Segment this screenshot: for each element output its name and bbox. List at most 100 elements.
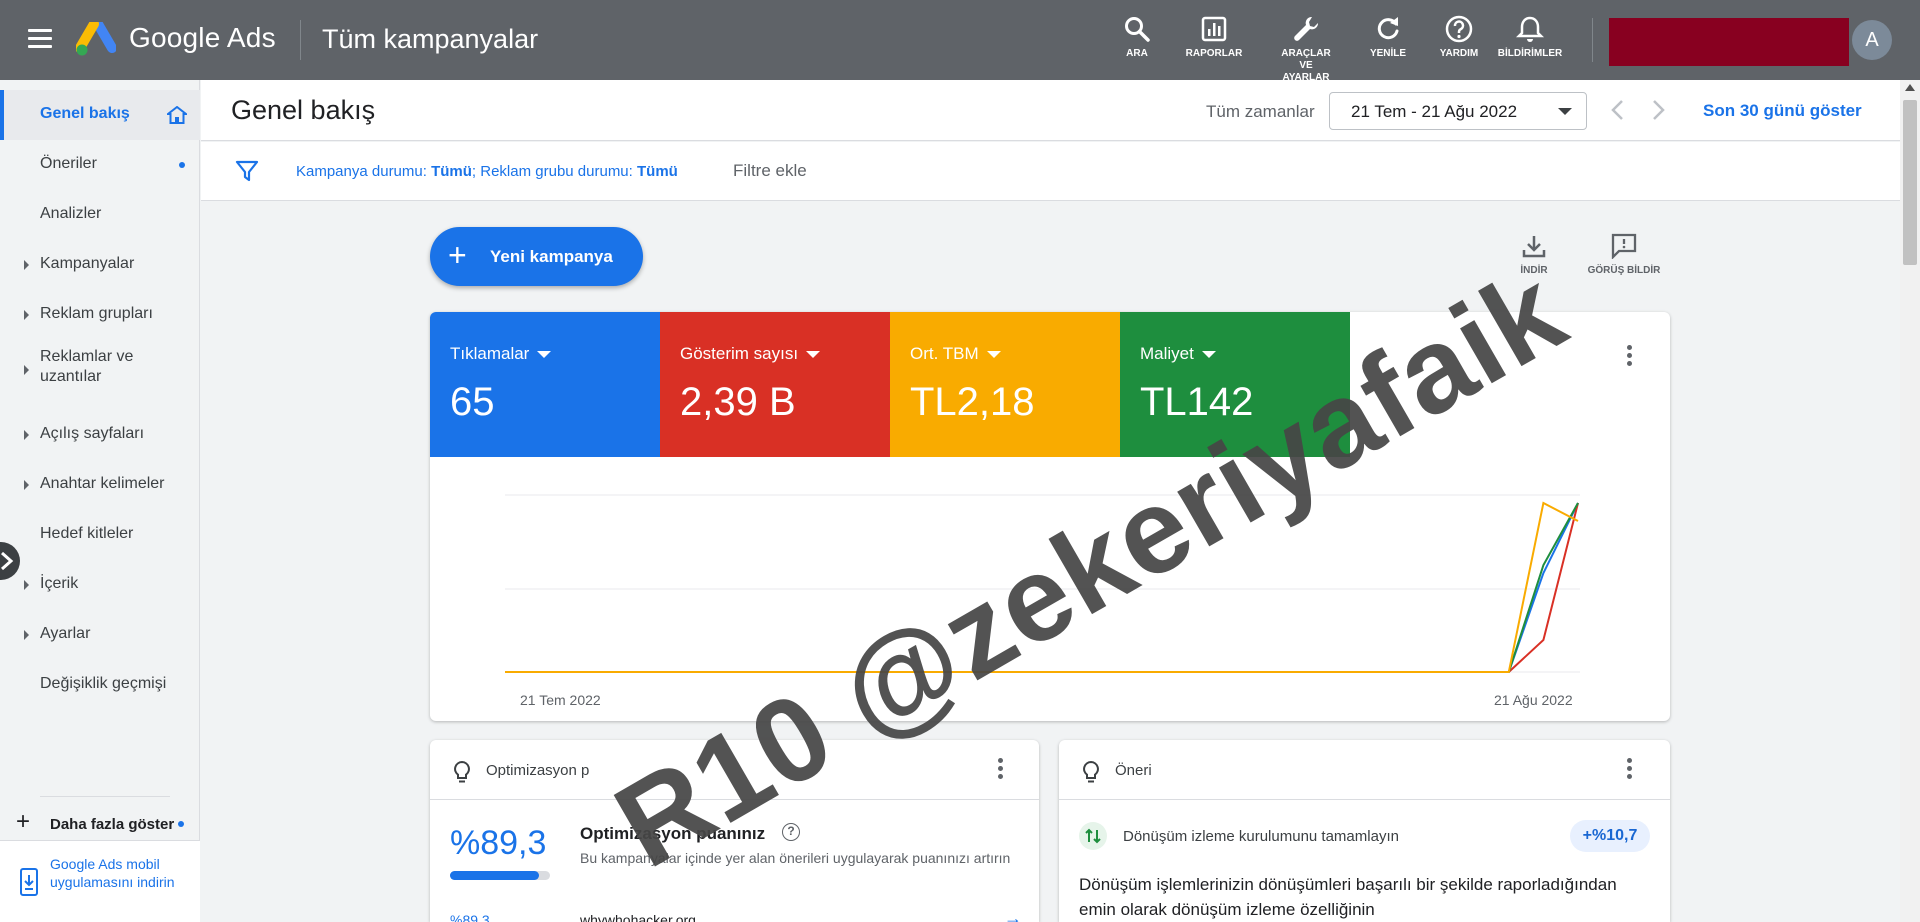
series-line-3 xyxy=(505,502,1579,673)
sidebar-item-label: Hedef kitleler xyxy=(40,525,134,542)
help-icon xyxy=(1445,15,1473,43)
sidebar-item-label: Analizler xyxy=(40,205,102,222)
plus-icon: + xyxy=(16,808,31,835)
sidebar-item-label: Kampanyalar xyxy=(40,255,135,272)
performance-card: Tıklamalar 65 Gösterim sayısı 2,39 B Ort… xyxy=(430,312,1670,721)
filter-icon[interactable] xyxy=(235,159,259,183)
menu-icon[interactable] xyxy=(28,29,52,49)
previous-period-button[interactable] xyxy=(1605,96,1631,124)
refresh-icon xyxy=(1377,17,1399,40)
x-tick-label: 21 Ağu 2022 xyxy=(1494,692,1573,708)
account-score: %89,3 xyxy=(450,912,490,922)
metric-tile-clicks[interactable]: Tıklamalar 65 xyxy=(430,312,660,457)
help-icon[interactable]: ? xyxy=(782,823,800,841)
metric-tile-cost[interactable]: Maliyet TL142 xyxy=(1120,312,1350,457)
show-last-30-days-link[interactable]: Son 30 günü göster xyxy=(1703,101,1862,121)
show-more-button[interactable]: + Daha fazla göster xyxy=(16,810,196,840)
sidebar-divider xyxy=(40,796,170,797)
metric-tile-avg-cpc[interactable]: Ort. TBM TL2,18 xyxy=(890,312,1120,457)
score-uplift-badge: +%10,7 xyxy=(1570,820,1650,852)
dropdown-arrow-icon xyxy=(537,351,552,359)
sidebar-item-label: Reklam grupları xyxy=(40,305,153,322)
sidebar-item-campaigns[interactable]: Kampanyalar xyxy=(0,240,200,290)
lightbulb-icon xyxy=(454,760,470,783)
card-title: Öneri xyxy=(1115,762,1152,779)
top-app-bar: Google Ads Tüm kampanyalar ARA RAPORLAR … xyxy=(0,0,1920,83)
sidebar-item-label: Ayarlar xyxy=(40,625,91,642)
page-title-bar: Genel bakış Tüm zamanlar 21 Tem - 21 Ağu… xyxy=(201,80,1900,141)
feedback-button[interactable]: GÖRÜŞ BİLDİR xyxy=(1584,233,1664,276)
google-ads-logo-icon xyxy=(76,22,116,56)
mobile-app-promo[interactable]: Google Ads mobil uygulamasını indirin xyxy=(0,840,200,922)
series-line-2 xyxy=(505,501,1579,673)
sidebar-item-recommendations[interactable]: Öneriler xyxy=(0,140,200,190)
chart-series xyxy=(505,501,1579,673)
recommendation-description: Dönüşüm işlemlerinizin dönüşümleri başar… xyxy=(1079,875,1617,919)
account-avatar[interactable]: A xyxy=(1852,20,1892,60)
sidebar-item-audiences[interactable]: Hedef kitleler xyxy=(0,510,200,560)
sidebar-item-ad-groups[interactable]: Reklam grupları xyxy=(0,290,200,340)
redacted-account-info xyxy=(1609,18,1849,66)
scroll-up-arrow-icon[interactable] xyxy=(1905,84,1915,91)
metric-value: 65 xyxy=(450,380,495,424)
sidebar-item-label: Öneriler xyxy=(40,155,97,172)
header-separator xyxy=(1592,18,1593,62)
filter-bar: Kampanya durumu: Tümü; Reklam grubu duru… xyxy=(201,142,1900,201)
sidebar-item-label: Reklamlar ve uzantılar xyxy=(40,348,134,385)
metric-tile-impressions[interactable]: Gösterim sayısı 2,39 B xyxy=(660,312,890,457)
active-filters[interactable]: Kampanya durumu: Tümü; Reklam grubu duru… xyxy=(296,163,678,180)
sidebar-item-content[interactable]: İçerik xyxy=(0,560,200,610)
sidebar-item-landing-pages[interactable]: Açılış sayfaları xyxy=(0,410,200,460)
notification-dot xyxy=(179,162,185,168)
next-period-button[interactable] xyxy=(1645,96,1671,124)
expand-caret-icon xyxy=(24,630,29,640)
metric-value: TL2,18 xyxy=(910,380,1035,424)
expand-caret-icon xyxy=(24,480,29,490)
line-chart-svg xyxy=(505,494,1580,673)
scroll-thumb[interactable] xyxy=(1903,100,1917,265)
performance-chart: 21 Tem 2022 21 Ağu 2022 xyxy=(430,457,1670,721)
notification-dot xyxy=(178,821,184,827)
arrow-right-icon[interactable]: → xyxy=(1004,908,1022,922)
series-line-1 xyxy=(505,502,1579,673)
wrench-icon xyxy=(1294,16,1319,41)
more-options-icon[interactable] xyxy=(1619,342,1639,372)
card-title: Optimizasyon p xyxy=(486,762,590,779)
navigation-sidebar: Genel bakış Öneriler Analizler Kampanyal… xyxy=(0,80,200,922)
recommendation-title[interactable]: Dönüşüm izleme kurulumunu tamamlayın xyxy=(1123,828,1399,845)
chevron-right-icon xyxy=(1,551,14,571)
more-options-icon[interactable] xyxy=(990,755,1010,785)
expand-caret-icon xyxy=(24,430,29,440)
add-filter-button[interactable]: Filtre ekle xyxy=(733,161,807,181)
tools-settings-button[interactable]: ARAÇLAR VE AYARLAR xyxy=(1261,14,1351,84)
expand-caret-icon xyxy=(24,365,29,375)
series-line-0 xyxy=(505,502,1579,673)
reports-icon xyxy=(1201,16,1227,42)
more-options-icon[interactable] xyxy=(1619,755,1639,785)
sidebar-item-label: Genel bakış xyxy=(40,105,130,122)
score-bar-fill xyxy=(450,871,540,880)
sidebar-item-label: Açılış sayfaları xyxy=(40,425,145,442)
sidebar-item-insights[interactable]: Analizler xyxy=(0,190,200,240)
sidebar-item-ads-extensions[interactable]: Reklamlar ve uzantılar xyxy=(0,340,200,400)
optimization-heading: Optimizasyon puanınız xyxy=(580,824,766,843)
page-scrollbar[interactable] xyxy=(1900,80,1920,922)
notifications-button[interactable]: BİLDİRİMLER xyxy=(1485,14,1575,60)
sidebar-item-label: Değişiklik geçmişi xyxy=(40,675,167,692)
download-button[interactable]: İNDİR xyxy=(1514,233,1554,276)
sidebar-item-keywords[interactable]: Anahtar kelimeler xyxy=(0,460,200,510)
expand-caret-icon xyxy=(24,580,29,590)
sidebar-item-label: Anahtar kelimeler xyxy=(40,475,165,492)
feedback-icon xyxy=(1611,233,1637,259)
chart-grid xyxy=(505,494,1580,673)
sidebar-item-change-history[interactable]: Değişiklik geçmişi xyxy=(0,660,200,710)
date-range-picker[interactable]: 21 Tem - 21 Ağu 2022 xyxy=(1329,92,1587,130)
reports-button[interactable]: RAPORLAR xyxy=(1169,14,1259,60)
account-name[interactable]: whywhohacker.org xyxy=(580,912,696,922)
brand-name: Google Ads xyxy=(129,22,276,53)
sidebar-item-settings[interactable]: Ayarlar xyxy=(0,610,200,660)
new-campaign-button[interactable]: + Yeni kampanya xyxy=(430,227,643,286)
x-tick-label: 21 Tem 2022 xyxy=(520,692,601,708)
expand-caret-icon xyxy=(24,260,29,270)
sidebar-item-overview[interactable]: Genel bakış xyxy=(0,90,200,140)
